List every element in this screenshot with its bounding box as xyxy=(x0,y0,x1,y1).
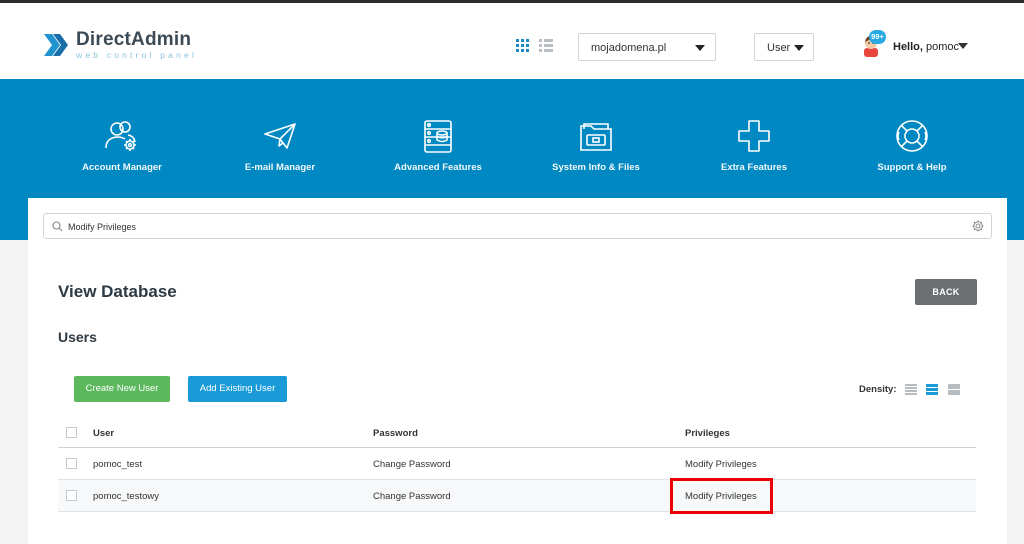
nav-item-support-help[interactable]: Support & Help xyxy=(832,118,992,173)
paper-plane-icon xyxy=(264,123,296,149)
user-greeting[interactable]: Hello, pomoc xyxy=(893,41,959,53)
domain-select-value: mojadomena.pl xyxy=(591,42,667,54)
lifebuoy-icon xyxy=(896,120,928,152)
role-select-value: User xyxy=(767,42,791,54)
table-row: pomoc_testowy Change Password Modify Pri… xyxy=(58,480,976,512)
nav-item-email-manager[interactable]: E-mail Manager xyxy=(200,118,360,173)
role-select[interactable]: User xyxy=(754,33,814,61)
directadmin-logo[interactable]: DirectAdmin web control panel xyxy=(42,30,197,60)
chevron-down-icon[interactable] xyxy=(958,43,968,49)
nav-item-extra-features[interactable]: Extra Features xyxy=(674,118,834,173)
gear-icon[interactable] xyxy=(972,220,984,232)
select-all-checkbox[interactable] xyxy=(66,427,77,438)
nav-label: Extra Features xyxy=(720,162,787,173)
chevron-down-icon xyxy=(695,45,705,51)
nav-label: Advanced Features xyxy=(394,162,482,173)
row-checkbox[interactable] xyxy=(66,490,77,501)
highlight-box xyxy=(670,478,773,514)
create-new-user-button[interactable]: Create New User xyxy=(74,376,170,402)
greeting-prefix: Hello, xyxy=(893,41,923,53)
change-password-link[interactable]: Change Password xyxy=(373,459,451,470)
density-compact-icon[interactable] xyxy=(905,384,917,395)
brand-name: DirectAdmin xyxy=(76,29,192,50)
search-icon xyxy=(52,221,63,232)
users-table: User Password Privileges pomoc_test Chan… xyxy=(58,417,976,512)
user-name: pomoc_testowy xyxy=(93,491,160,502)
back-button[interactable]: BACK xyxy=(915,279,977,305)
table-header-row: User Password Privileges xyxy=(58,417,976,448)
user-name: pomoc_test xyxy=(93,459,143,470)
notifications-badge[interactable]: 99+ xyxy=(869,30,886,44)
username: pomoc xyxy=(926,41,960,53)
nav-item-advanced-features[interactable]: Advanced Features xyxy=(358,118,518,173)
server-icon xyxy=(424,120,452,153)
account-manager-icon xyxy=(105,121,136,151)
modify-privileges-link[interactable]: Modify Privileges xyxy=(685,459,757,470)
chevron-down-icon xyxy=(794,45,804,51)
nav-label: Account Manager xyxy=(82,162,162,173)
header-password[interactable]: Password xyxy=(373,428,418,439)
nav-label: System Info & Files xyxy=(552,162,640,173)
grid-view-icon[interactable] xyxy=(516,39,529,52)
nav-label: E-mail Manager xyxy=(244,162,316,173)
plus-icon xyxy=(738,120,770,152)
add-existing-user-button[interactable]: Add Existing User xyxy=(188,376,287,402)
nav-item-system-info-files[interactable]: System Info & Files xyxy=(516,118,676,173)
table-row: pomoc_test Change Password Modify Privil… xyxy=(58,448,976,480)
change-password-link[interactable]: Change Password xyxy=(373,491,451,502)
domain-select[interactable]: mojadomena.pl xyxy=(578,33,716,61)
nav-label: Support & Help xyxy=(877,162,947,173)
density-medium-icon[interactable] xyxy=(926,384,938,395)
search-input[interactable]: Modify Privileges xyxy=(68,222,136,232)
list-view-icon[interactable] xyxy=(539,39,553,52)
header-privileges[interactable]: Privileges xyxy=(685,428,730,439)
nav-item-account-manager[interactable]: Account Manager xyxy=(42,118,202,173)
density-label: Density: xyxy=(859,384,897,395)
brand-tagline: web control panel xyxy=(76,50,198,60)
page-title: View Database xyxy=(58,282,177,301)
section-title: Users xyxy=(58,329,97,345)
header-user[interactable]: User xyxy=(93,428,114,439)
search-bar[interactable]: Modify Privileges xyxy=(43,213,992,239)
folder-icon xyxy=(580,123,612,151)
logo-icon xyxy=(44,34,68,56)
row-checkbox[interactable] xyxy=(66,458,77,469)
density-wide-icon[interactable] xyxy=(948,384,960,395)
